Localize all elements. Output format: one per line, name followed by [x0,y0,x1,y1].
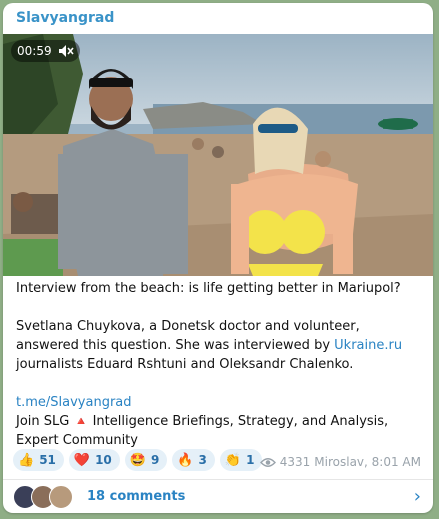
clapping-hands-icon: 👏 [224,452,242,468]
reaction-thumbs-up[interactable]: 👍 51 [13,449,64,471]
reaction-clap[interactable]: 👏 1 [219,449,263,471]
fire-icon: 🔥 [177,452,194,468]
join-text-1: Join SLG [16,414,74,429]
chevron-right-icon: › [413,486,421,507]
reaction-count: 9 [150,453,160,467]
eye-icon [259,457,276,467]
avatar [49,484,73,509]
paragraph-body: Svetlana Chuykova, a Donetsk doctor and … [16,317,421,374]
body-text-2: journalists Eduard Rshtuni and Oleksandr… [16,357,354,372]
commenter-avatars [13,484,83,509]
view-count: 4331 [279,455,311,469]
comments-count: 18 comments [87,489,186,504]
ukraine-ru-link[interactable]: Ukraine.ru [334,338,402,353]
reaction-count: 1 [246,453,255,467]
author-and-time: Miroslav, 8:01 AM [314,455,421,469]
channel-name[interactable]: Slavyangrad [16,10,114,26]
message-meta: 4331 Miroslav, 8:01 AM [259,455,421,469]
message-text: Interview from the beach: is life gettin… [16,279,421,450]
reaction-heart[interactable]: ❤️ 10 [68,449,120,471]
reactions-bar: 👍 51 ❤️ 10 🤩 9 🔥 3 👏 1 [13,449,263,471]
video-duration: 00:59 [17,44,52,58]
heart-icon: ❤️ [73,452,91,468]
muted-speaker-icon[interactable] [58,44,74,58]
reaction-fire[interactable]: 🔥 3 [172,449,215,471]
reaction-count: 51 [39,453,56,467]
reaction-count: 10 [95,453,112,467]
thumbs-up-icon: 👍 [18,452,35,468]
reaction-count: 3 [198,453,207,467]
body-text-1: Svetlana Chuykova, a Donetsk doctor and … [16,319,360,353]
video-player[interactable]: 00:59 [3,34,433,276]
channel-link[interactable]: t.me/Slavyangrad [16,393,421,412]
join-line: Join SLG 🔺 Intelligence Briefings, Strat… [16,412,421,450]
headline: Interview from the beach: is life gettin… [16,281,401,296]
star-struck-icon: 🤩 [129,452,146,468]
message-card: Slavyangrad 00:59 Interview from the bea… [3,3,433,513]
video-frame [3,34,433,276]
reaction-star-struck[interactable]: 🤩 9 [124,449,168,471]
comments-button[interactable]: 18 comments › [3,480,433,513]
video-duration-badge[interactable]: 00:59 [11,40,80,62]
red-triangle-icon: 🔺 [73,414,89,428]
